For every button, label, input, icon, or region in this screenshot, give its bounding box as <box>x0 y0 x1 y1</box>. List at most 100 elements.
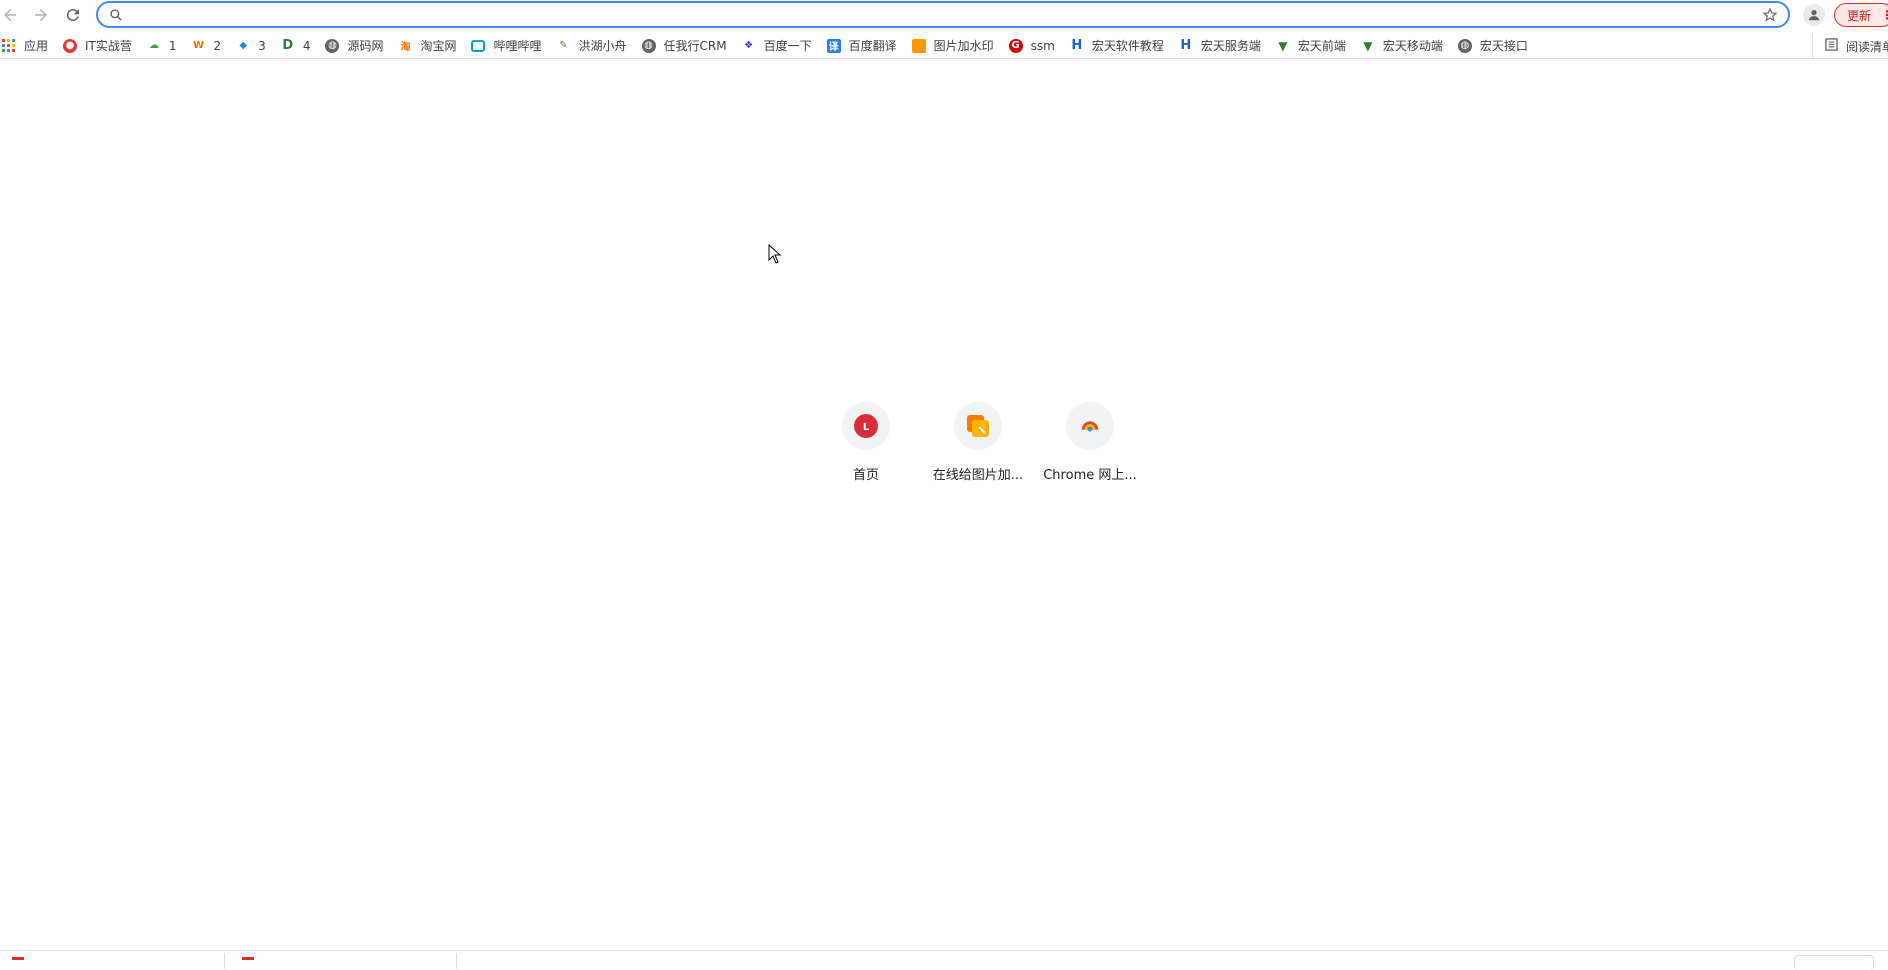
bookmark-crm[interactable]: ◍ 任我行CRM <box>641 34 727 58</box>
bookmark-hongtian-mobile[interactable]: ▼ 宏天移动端 <box>1361 34 1443 58</box>
bookmark-label: 百度一下 <box>763 39 812 53</box>
bookmark-label: 宏天接口 <box>1479 39 1528 53</box>
tile-icon-wrapper: L <box>842 402 890 450</box>
bookmark-apps[interactable]: 应用 <box>2 34 48 58</box>
tile-icon-wrapper <box>1066 402 1114 450</box>
red-l-icon: L <box>854 414 878 438</box>
bookmark-baidu[interactable]: ❖ 百度一下 <box>742 34 812 58</box>
update-button[interactable]: 更新 ⋮ <box>1834 3 1888 27</box>
bookmark-label: 源码网 <box>347 39 384 53</box>
back-button[interactable] <box>0 3 22 27</box>
tile-label: 在线给图片加... <box>932 468 1024 483</box>
bookmark-taobao[interactable]: 淘 淘宝网 <box>398 34 456 58</box>
arrow-right-icon <box>35 9 47 21</box>
bilibili-icon <box>471 39 486 52</box>
update-button-label: 更新 <box>1847 8 1872 23</box>
feather-icon: ✎ <box>559 40 568 51</box>
baidu-paw-icon: ❖ <box>744 40 754 51</box>
bookmark-3[interactable]: ◆ 3 <box>236 34 266 58</box>
taobao-icon: 淘 <box>400 42 411 53</box>
globe-icon: ◍ <box>641 38 656 53</box>
mouse-cursor <box>768 243 782 268</box>
download-item-icon[interactable] <box>12 957 24 968</box>
tile-chrome-webstore[interactable]: Chrome 网上... <box>1034 402 1146 483</box>
bookmark-2[interactable]: W 2 <box>192 34 222 58</box>
reload-button[interactable] <box>61 3 85 27</box>
bookmark-label: 哔哩哔哩 <box>493 39 542 53</box>
downloads-bar <box>0 950 1888 970</box>
reload-icon <box>66 9 79 22</box>
bookmark-label: 宏天服务端 <box>1200 39 1261 53</box>
bookmark-it[interactable]: ● IT实战营 <box>63 34 132 58</box>
bookmark-label: 图片加水印 <box>933 39 994 53</box>
bookmark-label: 淘宝网 <box>420 39 457 53</box>
bookmark-star-icon[interactable] <box>1760 5 1780 25</box>
bookmark-hongtian-server[interactable]: H 宏天服务端 <box>1179 34 1261 58</box>
bookmark-label: 百度翻译 <box>848 39 897 53</box>
red-g-icon: G <box>1008 38 1023 53</box>
orange-square-icon <box>967 415 989 437</box>
vue-icon: ▼ <box>1278 38 1288 53</box>
red-circle-icon: ● <box>63 38 78 53</box>
bookmark-label: 宏天移动端 <box>1382 39 1443 53</box>
globe-icon: ◍ <box>1457 38 1472 53</box>
reading-list-icon <box>1825 38 1838 54</box>
bookmark-yuanma[interactable]: ◍ 源码网 <box>325 34 383 58</box>
bookmark-label: 宏天软件教程 <box>1091 39 1164 53</box>
shortcut-tiles: L 首页 在线给图片加... Chrome 网上... <box>810 402 1146 483</box>
tile-icon-wrapper <box>954 402 1002 450</box>
bookmark-label: 1 <box>168 38 177 53</box>
orange-w-icon: W <box>193 40 205 51</box>
cursor-arrow-icon <box>768 243 782 264</box>
bookmark-label: ssm <box>1030 38 1055 53</box>
more-menu-icon: ⋮ <box>1881 8 1888 22</box>
tile-watermark[interactable]: 在线给图片加... <box>922 402 1034 483</box>
bookmark-watermark[interactable]: 图片加水印 <box>911 34 994 58</box>
svg-text:L: L <box>863 422 870 433</box>
omnibox[interactable] <box>96 1 1790 28</box>
bookmark-label: IT实战营 <box>85 39 132 53</box>
blue-whale-icon: ◆ <box>239 40 248 51</box>
bookmark-1[interactable]: ☁ 1 <box>147 34 177 58</box>
download-item-icon[interactable] <box>242 957 254 968</box>
bookmarks-bar: 应用 ● IT实战营 ☁ 1 W 2 ◆ 3 D 4 ◍ 源码网 淘 淘宝网 哔… <box>0 33 1888 59</box>
blue-h-icon: H <box>1071 38 1083 53</box>
person-icon <box>1808 10 1820 21</box>
divider <box>224 953 225 969</box>
bookmark-honghu[interactable]: ✎ 洪湖小舟 <box>557 34 627 58</box>
bookmark-label: 4 <box>302 38 311 53</box>
bookmark-hongtian-tutorial[interactable]: H 宏天软件教程 <box>1070 34 1164 58</box>
bookmark-ssm[interactable]: G ssm <box>1008 34 1055 58</box>
browser-toolbar: 更新 ⋮ <box>0 0 1888 30</box>
bookmark-hongtian-api[interactable]: ◍ 宏天接口 <box>1457 34 1528 58</box>
globe-icon: ◍ <box>325 38 340 53</box>
bookmark-label: 任我行CRM <box>663 39 727 53</box>
cloud-icon: ☁ <box>148 40 159 51</box>
arrow-left-icon <box>4 9 16 21</box>
bookmark-bilibili[interactable]: 哔哩哔哩 <box>471 34 542 58</box>
translate-icon: 译 <box>826 38 841 53</box>
chrome-webstore-icon <box>1081 421 1099 432</box>
green-d-icon: D <box>282 38 294 53</box>
vue-icon: ▼ <box>1363 38 1373 53</box>
tile-label: 首页 <box>852 468 879 483</box>
tile-homepage[interactable]: L 首页 <box>810 402 922 483</box>
bookmark-label: 3 <box>258 38 266 53</box>
omnibox-input[interactable] <box>126 3 1760 26</box>
profile-avatar[interactable] <box>1803 4 1825 26</box>
bookmark-label: 洪湖小舟 <box>578 39 627 53</box>
reading-list-button[interactable]: 阅读清单 <box>1812 33 1888 59</box>
tile-label: Chrome 网上... <box>1043 468 1137 483</box>
bookmark-label: 2 <box>213 38 222 53</box>
divider <box>456 953 457 969</box>
bookmark-baidu-translate[interactable]: 译 百度翻译 <box>826 34 897 58</box>
orange-square-icon <box>911 38 926 53</box>
bookmark-label: 应用 <box>24 39 49 53</box>
forward-button[interactable] <box>29 3 53 27</box>
reading-list-label: 阅读清单 <box>1846 39 1888 54</box>
apps-grid-icon <box>2 38 16 53</box>
search-icon <box>106 5 126 25</box>
bookmark-label: 宏天前端 <box>1297 39 1346 53</box>
bookmark-hongtian-frontend[interactable]: ▼ 宏天前端 <box>1276 34 1346 58</box>
bookmark-4[interactable]: D 4 <box>281 34 311 58</box>
